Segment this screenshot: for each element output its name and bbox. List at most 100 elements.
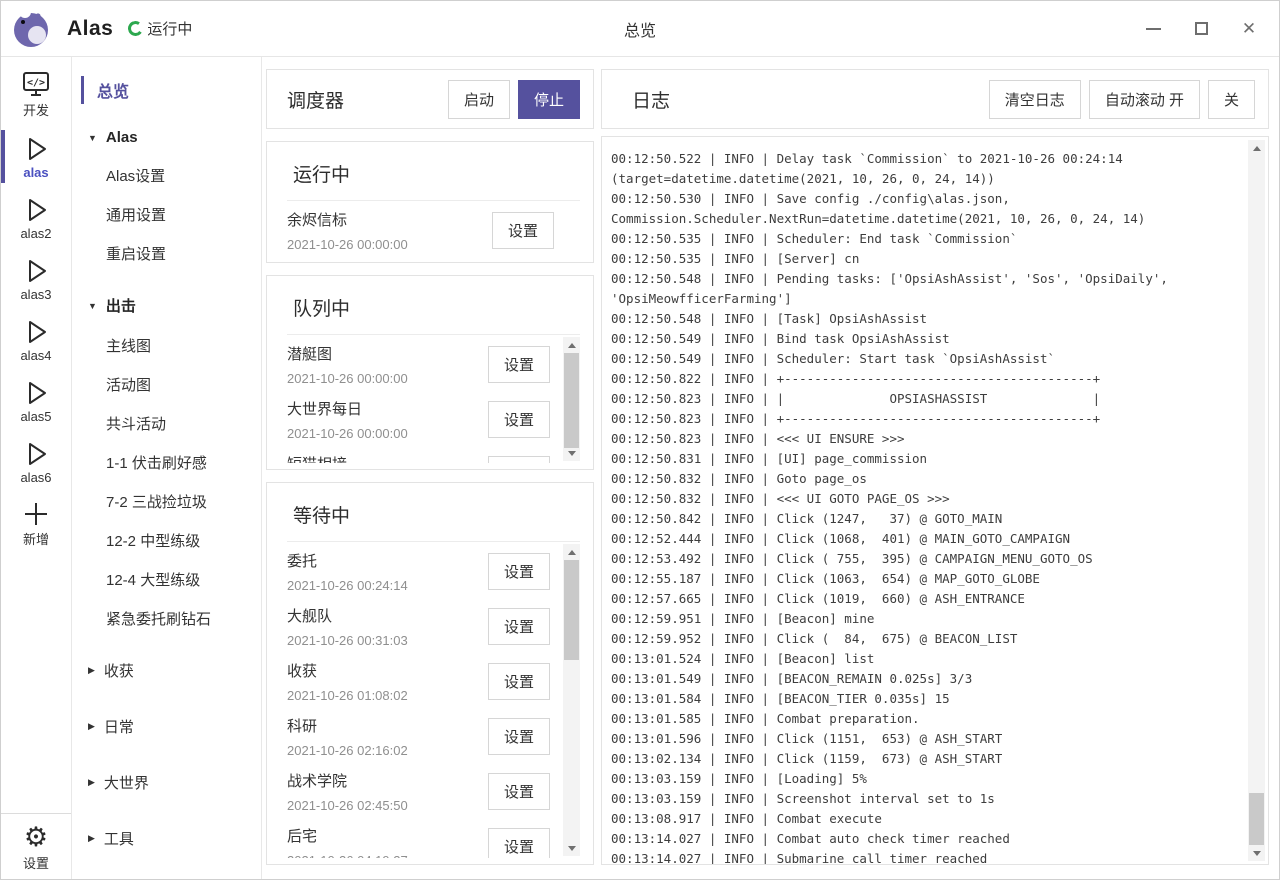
menu-item[interactable]: 12-4 大型练级 xyxy=(72,560,261,599)
rail-item-instance[interactable]: alas4 xyxy=(1,309,71,370)
scroll-up-icon[interactable] xyxy=(1248,141,1265,155)
menu-item-label: 重启设置 xyxy=(106,243,166,264)
task-setting-button[interactable]: 设置 xyxy=(488,663,550,700)
scroll-up-icon[interactable] xyxy=(563,545,580,559)
play-icon xyxy=(21,134,51,164)
log-line: 00:13:01.524 | INFO | [Beacon] list xyxy=(611,649,1238,669)
menu-arrow-icon: ▼ xyxy=(88,301,97,311)
rail-item-instance[interactable]: alas xyxy=(1,126,71,187)
scroll-up-icon[interactable] xyxy=(563,338,580,352)
pending-list: 潜艇图 2021-10-26 00:00:00 设置 大世界每日 20 xyxy=(287,335,580,463)
menu-item[interactable]: Alas设置 xyxy=(72,156,261,195)
rail-item-label: 设置 xyxy=(23,853,49,872)
autoscroll-toggle-button[interactable]: 自动滚动 开 xyxy=(1089,80,1200,119)
scroll-down-icon[interactable] xyxy=(1248,846,1265,860)
menu-item[interactable]: ▼ Alas xyxy=(72,119,261,156)
task-row: 战术学院 2021-10-26 02:45:50 设置 xyxy=(287,762,550,817)
task-time: 2021-10-26 00:00:00 xyxy=(287,371,408,386)
clear-log-button[interactable]: 清空日志 xyxy=(989,80,1081,119)
menu-item-label: 收获 xyxy=(104,660,134,681)
task-setting-button[interactable]: 设置 xyxy=(488,346,550,383)
menu-item-label: 出击 xyxy=(106,295,136,316)
minimize-button[interactable] xyxy=(1145,21,1161,37)
rail-item-instance[interactable]: alas5 xyxy=(1,370,71,431)
scroll-down-icon[interactable] xyxy=(563,841,580,855)
task-name: 收获 xyxy=(287,660,408,681)
menu-arrow-icon: ▶ xyxy=(88,777,95,788)
alas-logo-icon xyxy=(11,8,53,50)
rail-item-settings[interactable]: ⚙ 设置 xyxy=(1,814,71,879)
menu-item[interactable]: ▼ 出击 xyxy=(72,285,261,326)
task-setting-button[interactable]: 设置 xyxy=(492,212,554,249)
stop-button[interactable]: 停止 xyxy=(518,80,580,119)
menu-item[interactable]: 主线图 xyxy=(72,326,261,365)
menu-item[interactable]: 重启设置 xyxy=(72,234,261,273)
pending-scrollbar[interactable] xyxy=(563,337,580,461)
menu-item-overview[interactable]: 总览 xyxy=(72,73,261,107)
task-name: 余烬信标 xyxy=(287,209,408,230)
waiting-scrollbar[interactable] xyxy=(563,544,580,856)
menu-item-label: Alas xyxy=(106,129,138,146)
rail-item-instance[interactable]: alas2 xyxy=(1,187,71,248)
task-row: 大舰队 2021-10-26 00:31:03 设置 xyxy=(287,597,550,652)
menu-item[interactable]: 活动图 xyxy=(72,365,261,404)
scrollbar-thumb[interactable] xyxy=(1249,793,1264,845)
log-line: 00:13:03.159 | INFO | Screenshot interva… xyxy=(611,789,1238,809)
close-button[interactable]: ✕ xyxy=(1241,21,1257,37)
task-info: 大世界每日 2021-10-26 00:00:00 xyxy=(287,398,408,441)
menu-item[interactable]: 7-2 三战捡垃圾 xyxy=(72,482,261,521)
menu-item[interactable]: ▶ 日常 xyxy=(72,703,261,750)
rail-item-dev[interactable]: </> 开发 xyxy=(1,63,71,126)
task-setting-button[interactable]: 设置 xyxy=(488,608,550,645)
rail-item-instance[interactable]: alas3 xyxy=(1,248,71,309)
menu-item[interactable]: 紧急委托刷钻石 xyxy=(72,599,261,638)
scrollbar-thumb[interactable] xyxy=(564,353,579,448)
menu-item-label: Alas设置 xyxy=(106,165,165,186)
task-time: 2021-10-26 02:45:50 xyxy=(287,798,408,813)
running-panel: 运行中 余烬信标 2021-10-26 00:00:00 设置 xyxy=(266,141,594,263)
running-list: 余烬信标 2021-10-26 00:00:00 设置 xyxy=(287,201,580,256)
task-name: 委托 xyxy=(287,550,408,571)
menu-item[interactable]: ▶ 收获 xyxy=(72,647,261,694)
log-line: 00:13:01.549 | INFO | [BEACON_REMAIN 0.0… xyxy=(611,669,1238,689)
task-setting-button[interactable]: 设置 xyxy=(488,401,550,438)
rail-item-instance[interactable]: alas6 xyxy=(1,431,71,492)
task-setting-button[interactable]: 设置 xyxy=(488,828,550,858)
log-header-panel: 日志 清空日志 自动滚动 开 关 xyxy=(601,69,1269,129)
task-row: 收获 2021-10-26 01:08:02 设置 xyxy=(287,652,550,707)
log-line: 00:13:03.159 | INFO | [Loading] 5% xyxy=(611,769,1238,789)
menu-item[interactable]: ▶ 大世界 xyxy=(72,759,261,806)
log-line: 00:12:59.952 | INFO | Click ( 84, 675) @… xyxy=(611,629,1238,649)
task-setting-button[interactable]: 设置 xyxy=(488,718,550,755)
menu-item[interactable]: ▶ 工具 xyxy=(72,815,261,862)
task-row: 科研 2021-10-26 02:16:02 设置 xyxy=(287,707,550,762)
log-line: 00:12:55.187 | INFO | Click (1063, 654) … xyxy=(611,569,1238,589)
task-name: 科研 xyxy=(287,715,408,736)
scrollbar-thumb[interactable] xyxy=(564,560,579,660)
menu-item[interactable]: 共斗活动 xyxy=(72,404,261,443)
rail-item-label: alas5 xyxy=(20,409,51,424)
log-off-button[interactable]: 关 xyxy=(1208,80,1255,119)
start-button[interactable]: 启动 xyxy=(448,80,510,119)
scroll-down-icon[interactable] xyxy=(563,446,580,460)
log-line: 00:12:50.530 | INFO | Save config ./conf… xyxy=(611,189,1238,229)
menu-arrow-icon: ▶ xyxy=(88,665,95,676)
log-scrollbar[interactable] xyxy=(1248,140,1265,861)
task-setting-button[interactable]: 设置 xyxy=(488,456,550,463)
play-icon xyxy=(21,439,51,469)
task-row: 短猫相接 2021-10-26 00:00:00 设置 xyxy=(287,445,550,463)
log-line: 00:12:50.842 | INFO | Click (1247, 37) @… xyxy=(611,509,1238,529)
log-line: 00:12:50.549 | INFO | Scheduler: Start t… xyxy=(611,349,1238,369)
log-panel: 00:12:50.522 | INFO | Delay task `Commis… xyxy=(601,136,1269,865)
log-output: 00:12:50.522 | INFO | Delay task `Commis… xyxy=(602,137,1268,864)
menu-item[interactable]: 1-1 伏击刷好感 xyxy=(72,443,261,482)
running-spinner-icon xyxy=(127,20,144,37)
menu-item-label: 日常 xyxy=(104,716,134,737)
maximize-button[interactable] xyxy=(1193,21,1209,37)
menu-item[interactable]: 12-2 中型练级 xyxy=(72,521,261,560)
task-setting-button[interactable]: 设置 xyxy=(488,773,550,810)
task-setting-button[interactable]: 设置 xyxy=(488,553,550,590)
rail-item-add[interactable]: 新增 xyxy=(1,492,71,555)
menu-item-label: 活动图 xyxy=(106,374,151,395)
menu-item[interactable]: 通用设置 xyxy=(72,195,261,234)
